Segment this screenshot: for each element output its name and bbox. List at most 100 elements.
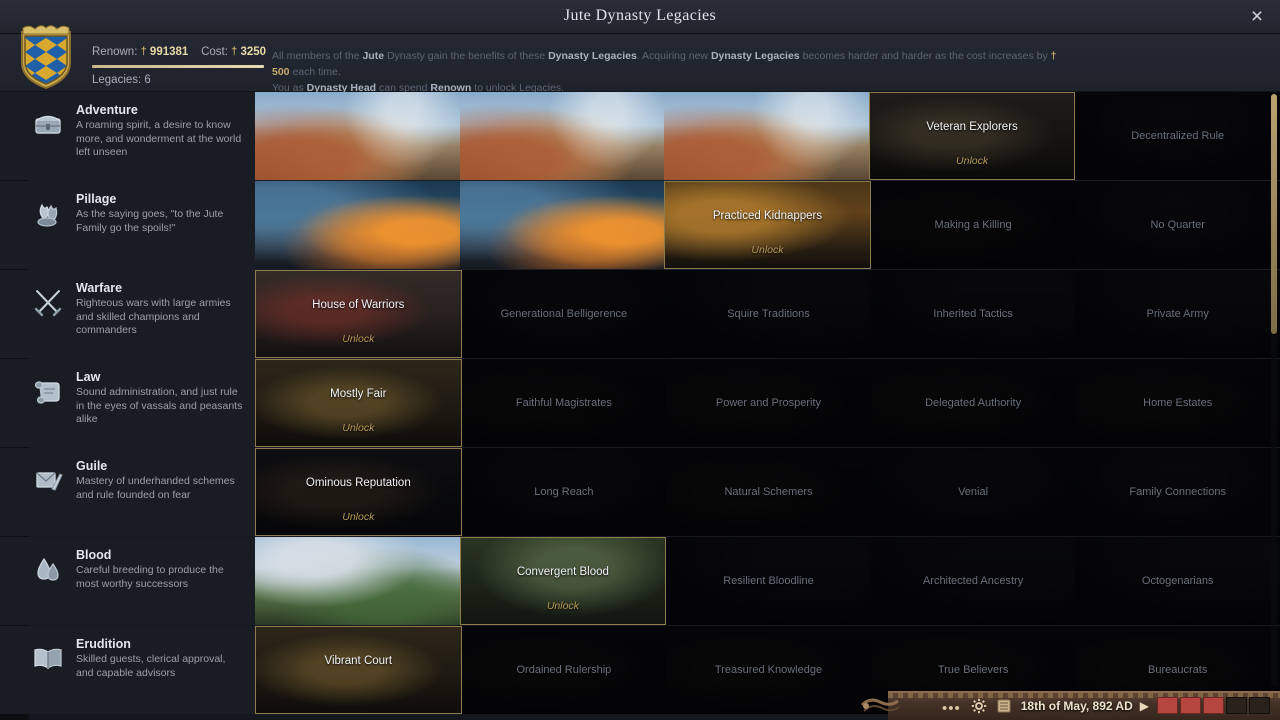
vertical-scrollbar[interactable] [1271,94,1277,686]
legacy-cell[interactable] [255,537,460,625]
legacy-cell[interactable]: Private Army [1075,270,1280,358]
unlock-button[interactable]: Unlock [256,333,461,345]
track-info-erudition: Erudition Skilled guests, clerical approv… [0,626,255,714]
legacy-track-law: Law Sound administration, and just rule i… [0,359,1280,447]
cost-value: 3250 [240,46,267,58]
legacy-cell[interactable]: Long Reach [461,448,667,536]
legacy-cell[interactable]: Veteran Explorers Unlock [868,92,1076,180]
legacy-cell[interactable]: Faithful Magistrates [461,359,667,447]
legacy-cell-veil [459,181,665,269]
track-name: Erudition [76,637,131,651]
track-description: A roaming spirit, a desire to know more,… [76,119,242,158]
legacy-cell[interactable] [255,92,460,180]
legacy-cell-label: Natural Schemers [724,485,813,498]
track-text: Adventure A roaming spirit, a desire to k… [76,103,243,160]
legacy-cell[interactable]: House of Warriors Unlock [255,270,462,358]
renown-progress-bar [92,65,264,68]
desc-seg-2: Dynasty gain the benefits of these [384,50,549,62]
unlock-button[interactable]: Unlock [461,600,666,612]
track-cells: Convergent Blood Unlock Resilient Bloodlin… [255,537,1280,625]
legacy-cell[interactable]: Octogenarians [1075,537,1280,625]
track-info-guile: Guile Mastery of underhanded schemes and … [0,448,255,536]
gamebar-controls: ••• 18th of May, 892 AD ▶ [900,691,1274,720]
menu-dots-icon[interactable]: ••• [942,701,961,716]
legacy-cell[interactable]: Ominous Reputation Unlock [255,448,462,536]
close-icon[interactable]: × [1244,5,1270,31]
legacy-cell[interactable]: Power and Prosperity [666,359,871,447]
legacy-track-guile: Guile Mastery of underhanded schemes and … [0,448,1280,536]
legacy-cell[interactable]: Delegated Authority [870,359,1076,447]
speed-block[interactable] [1203,697,1224,714]
track-info-warfare: Warfare Righteous wars with large armies … [0,270,255,358]
legacy-cell-label: Venial [958,485,989,498]
track-text: Pillage As the saying goes, "to the Jute … [76,192,243,235]
scrollbar-thumb[interactable] [1271,94,1277,334]
legacy-cell-label: Mostly Fair [330,387,387,400]
legacy-cell[interactable]: Venial [870,448,1076,536]
legacy-cell[interactable]: Architected Ancestry [870,537,1076,625]
legacy-cell-label: No Quarter [1150,218,1205,231]
desc-legacies-2: Dynasty Legacies [710,50,800,62]
track-description: Righteous wars with large armies and ski… [76,297,231,336]
legacy-cell[interactable] [459,181,665,269]
legacy-cell[interactable]: Inherited Tactics [870,270,1076,358]
legacy-cell[interactable]: Family Connections [1075,448,1280,536]
legacy-cell-label: Convergent Blood [516,565,609,578]
speed-block[interactable] [1249,697,1270,714]
legacy-cell[interactable]: Vibrant Court [255,626,462,714]
legacy-cell-veil [664,92,869,180]
legacy-cell-veil [256,627,461,713]
legacy-cell-label: Private Army [1146,307,1209,320]
play-pause-icon[interactable]: ▶ [1140,699,1149,713]
legacy-cell[interactable]: Decentralized Rule [1075,92,1280,180]
speed-block[interactable] [1157,697,1178,714]
track-name: Warfare [76,281,123,295]
legacy-cell-label: House of Warriors [312,298,405,311]
track-description: Skilled guests, clerical approval, and c… [76,653,226,679]
legacy-cell[interactable]: Resilient Bloodline [666,537,871,625]
track-info-adventure: Adventure A roaming spirit, a desire to k… [0,92,255,180]
legacy-cell[interactable]: Mostly Fair Unlock [255,359,462,447]
speed-block[interactable] [1180,697,1201,714]
unlock-button[interactable]: Unlock [870,155,1075,167]
desc-legacies-1: Dynasty Legacies [548,50,637,62]
legacy-cell-label: Veteran Explorers [926,120,1018,133]
legacy-cell-label: Generational Belligerence [500,307,628,320]
legacy-cell[interactable] [459,92,665,180]
jute-dynasty-coat-of-arms[interactable] [15,18,77,90]
legacy-cell[interactable]: Generational Belligerence [461,270,667,358]
legacy-cell[interactable]: Natural Schemers [666,448,871,536]
legacy-cell[interactable] [255,181,460,269]
legacy-cell[interactable]: Convergent Blood Unlock [459,537,667,625]
unlock-button[interactable]: Unlock [256,422,461,434]
track-info-pillage: Pillage As the saying goes, "to the Jute … [0,181,255,269]
legacy-cell-label: Architected Ancestry [922,574,1024,587]
speed-block[interactable] [1226,697,1247,714]
legacy-cell[interactable]: Making a Killing [870,181,1076,269]
legacy-cell[interactable]: Home Estates [1075,359,1280,447]
game-speed-indicator[interactable] [1157,697,1270,714]
legacy-cell[interactable]: Practiced Kidnappers Unlock [664,181,871,269]
page-title: Jute Dynasty Legacies [563,7,717,24]
legacy-cell[interactable]: Ordained Rulership [461,626,667,714]
unlock-button[interactable]: Unlock [665,244,870,256]
unlock-button[interactable]: Unlock [256,511,461,523]
desc-seg-3: . Acquiring new [636,50,711,62]
legacy-cell-label: Home Estates [1143,396,1213,409]
track-description: As the saying goes, "to the Jute Family … [76,208,224,234]
renown-label: Renown: [92,46,138,58]
renown-block: Renown: † 991381 Cost: † 3250 Legacies: … [92,45,267,86]
renown-icon: † [140,45,147,58]
renown-cost-line: Renown: † 991381 Cost: † 3250 [92,45,267,59]
blood-drops-icon [29,550,67,588]
gear-icon[interactable] [970,697,987,715]
desc-seg-5: each time. [289,66,341,78]
legacy-cell[interactable]: Squire Traditions [666,270,871,358]
track-cells: Veteran Explorers Unlock Decentralized Rul… [255,92,1280,180]
legacy-cell[interactable] [664,92,869,180]
legacy-cell-label: Making a Killing [934,218,1012,231]
legacies-count: Legacies: 6 [92,74,151,86]
legacy-cell[interactable]: No Quarter [1075,181,1280,269]
legacy-cell[interactable]: Treasured Knowledge [666,626,871,714]
ledger-icon[interactable] [995,697,1012,715]
